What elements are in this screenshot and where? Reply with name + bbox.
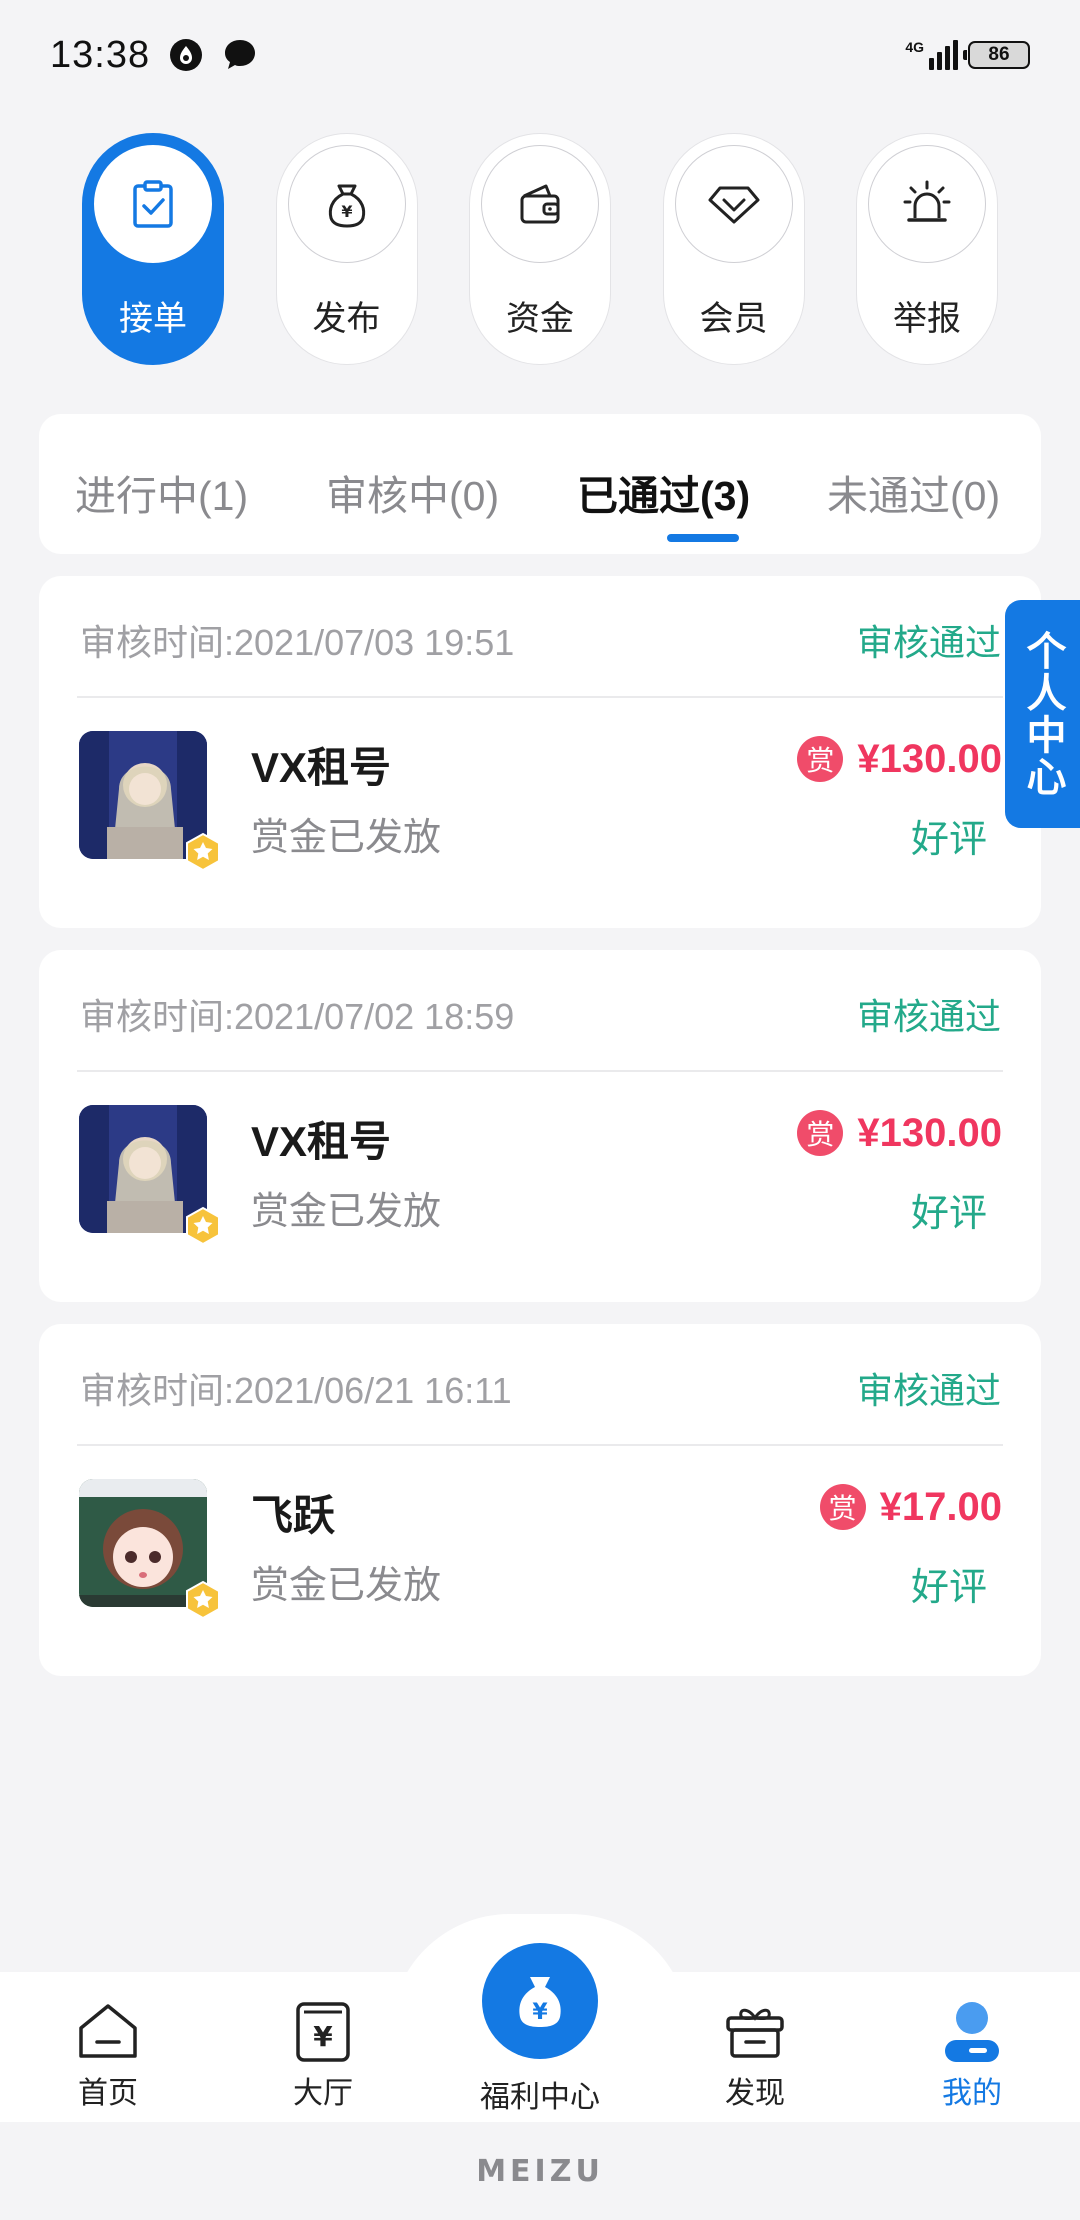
review-time: 审核时间:2021/07/03 19:51 <box>80 622 515 663</box>
tab-rejected[interactable]: 未通过(0) <box>827 462 1000 522</box>
reward: 赏 ¥130.00 <box>797 1110 1002 1156</box>
status-indicators: 4G 86 <box>905 40 1030 70</box>
status-tabs: 进行中(1) 审核中(0) 已通过(3) 未通过(0) <box>39 414 1041 554</box>
task-title: VX租号 <box>251 744 392 791</box>
tab-indicator <box>667 534 739 542</box>
svg-text:¥: ¥ <box>532 2000 548 2025</box>
nav-label: 发现 <box>725 2077 785 2110</box>
battery-icon: 86 <box>963 41 1030 69</box>
task-title: 飞跃 <box>251 1492 336 1539</box>
status-time: 13:38 <box>50 33 151 76</box>
star-badge-icon <box>186 832 220 872</box>
task-card[interactable]: 审核时间:2021/06/21 16:11 审核通过 飞跃 赏金已发放 赏 ¥1… <box>39 1324 1041 1676</box>
nav-mine[interactable]: 我的 <box>892 1972 1052 2122</box>
welfare-center-label: 福利中心 <box>480 2081 600 2114</box>
chat-bubble-icon <box>225 40 256 69</box>
status-bar: 13:38 4G 86 <box>0 0 1080 110</box>
nav-label: 大厅 <box>293 2077 353 2110</box>
task-card[interactable]: 审核时间:2021/07/02 18:59 审核通过 VX租号 赏金已发放 赏 … <box>39 950 1041 1302</box>
quick-action-label: 举报 <box>893 300 961 338</box>
card-divider <box>77 1070 1003 1072</box>
review-rating: 好评 <box>910 1193 987 1235</box>
diamond-icon <box>708 186 759 224</box>
tab-under-review[interactable]: 审核中(0) <box>326 462 499 522</box>
review-rating: 好评 <box>910 1567 987 1609</box>
money-bag-icon: ¥ <box>519 1977 561 2027</box>
battery-level: 86 <box>988 44 1010 65</box>
nav-discover[interactable]: 发现 <box>675 1972 835 2122</box>
nav-home[interactable]: 首页 <box>28 1972 188 2122</box>
task-subtitle: 赏金已发放 <box>251 1191 442 1233</box>
signal-icon: 4G <box>905 40 958 70</box>
reward: 赏 ¥130.00 <box>797 736 1002 782</box>
quick-action-report[interactable]: 举报 <box>856 133 998 365</box>
reward-amount: ¥130.00 <box>857 1110 1002 1155</box>
quick-action-label: 会员 <box>699 300 768 338</box>
review-status: 审核通过 <box>856 1370 1001 1411</box>
star-badge-icon <box>186 1206 220 1246</box>
quick-action-label: 资金 <box>506 300 574 338</box>
card-divider <box>77 1444 1003 1446</box>
reward-icon: 赏 <box>797 736 844 782</box>
reward-icon: 赏 <box>819 1484 866 1530</box>
network-label: 4G <box>905 39 924 55</box>
wallet-icon <box>520 184 560 224</box>
tab-in-progress[interactable]: 进行中(1) <box>75 462 248 522</box>
nav-hall[interactable]: ¥ 大厅 <box>243 1972 403 2122</box>
device-brand-bar: MEIZU <box>0 2122 1080 2220</box>
star-badge-icon <box>186 1580 220 1620</box>
reward-icon: 赏 <box>797 1110 844 1156</box>
personal-center-label: 个人中心 <box>1020 630 1065 798</box>
reward: 赏 ¥17.00 <box>819 1484 1002 1530</box>
review-status: 审核通过 <box>856 996 1001 1037</box>
task-subtitle: 赏金已发放 <box>251 817 442 859</box>
home-icon <box>79 2004 137 2058</box>
quick-action-label: 接单 <box>119 300 187 338</box>
quick-action-publish[interactable]: ¥ 发布 <box>275 133 418 365</box>
yuan-receipt-icon: ¥ <box>296 2002 350 2062</box>
svg-text:¥: ¥ <box>341 202 352 221</box>
clipboard-check-icon <box>133 180 173 228</box>
nav-label: 我的 <box>942 2077 1002 2110</box>
alarm-light-icon <box>903 180 951 222</box>
card-divider <box>77 696 1003 698</box>
quick-action-funds[interactable]: 资金 <box>469 133 611 365</box>
welfare-center-button[interactable]: ¥ <box>482 1943 598 2059</box>
task-subtitle: 赏金已发放 <box>251 1565 442 1607</box>
nav-label: 首页 <box>78 2077 138 2110</box>
quick-action-membership[interactable]: 会员 <box>662 133 805 365</box>
quick-action-label: 发布 <box>312 300 381 338</box>
task-card[interactable]: 审核时间:2021/07/03 19:51 审核通过 VX租号 赏金已发放 赏 … <box>39 576 1041 928</box>
tab-approved[interactable]: 已通过(3) <box>577 462 750 522</box>
svg-text:¥: ¥ <box>313 2020 333 2053</box>
quick-actions: 接单 ¥ 发布 资金 会员 举报 <box>82 133 998 365</box>
review-time: 审核时间:2021/07/02 18:59 <box>80 996 515 1037</box>
reward-amount: ¥130.00 <box>857 736 1002 781</box>
review-time: 审核时间:2021/06/21 16:11 <box>80 1370 512 1411</box>
quick-action-take-order[interactable]: 接单 <box>82 133 224 365</box>
personal-center-button[interactable]: 个人中心 <box>1005 600 1080 828</box>
user-icon <box>945 2002 999 2062</box>
review-status: 审核通过 <box>856 622 1001 663</box>
review-rating: 好评 <box>910 819 987 861</box>
money-bag-icon: ¥ <box>328 184 365 228</box>
gift-box-icon <box>726 2008 784 2058</box>
notification-app-icon <box>170 39 203 71</box>
device-brand: MEIZU <box>476 2153 604 2189</box>
task-title: VX租号 <box>251 1118 392 1165</box>
reward-amount: ¥17.00 <box>879 1484 1002 1529</box>
